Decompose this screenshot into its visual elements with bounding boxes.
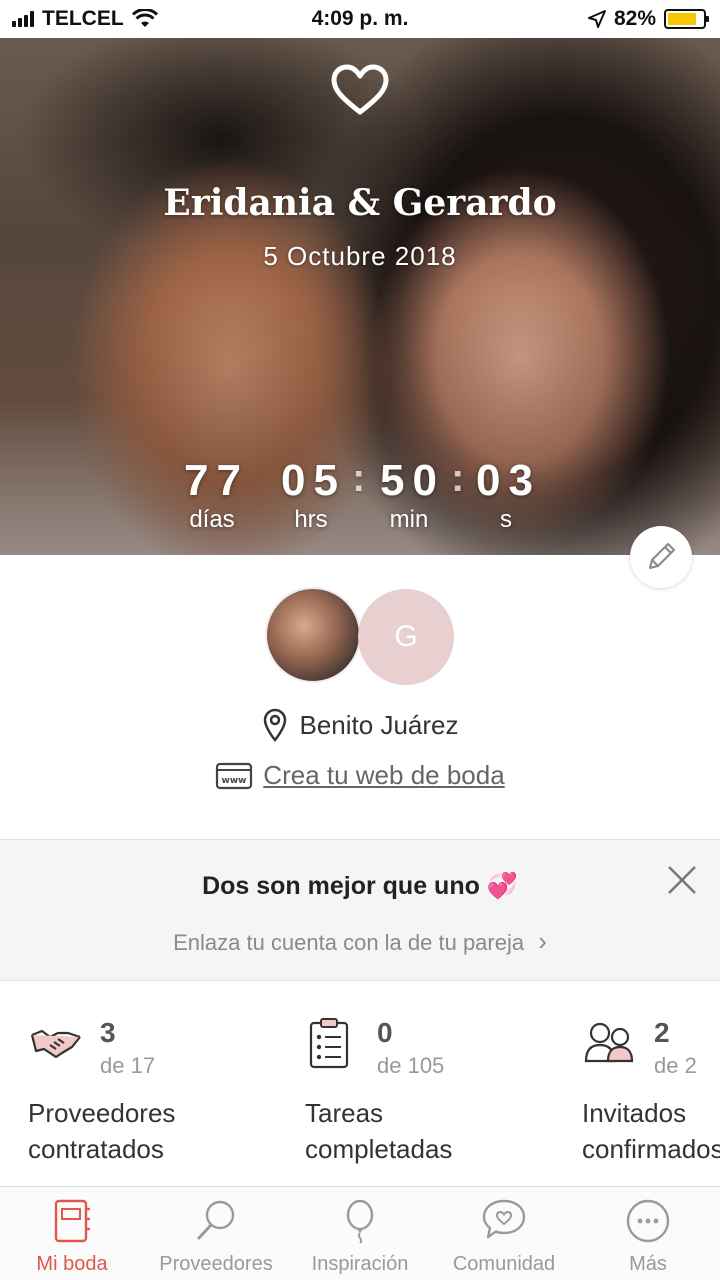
tab-comunidad[interactable]: Comunidad (432, 1187, 576, 1280)
wedding-date: 5 Octubre 2018 (263, 241, 457, 271)
stat-guests-label-line2: confirmados (582, 1134, 720, 1164)
tab-proveedores[interactable]: Proveedores (144, 1187, 288, 1280)
countdown-days: 77 (184, 456, 249, 505)
tab-label: Mi boda (36, 1253, 108, 1275)
chevron-right-icon: › (538, 926, 547, 956)
handshake-icon (30, 1029, 81, 1059)
svg-text:www: www (222, 776, 247, 786)
couple-avatar-photo[interactable] (265, 587, 361, 683)
tab-bar: Mi boda Proveedores Inspiración Comunida… (0, 1186, 720, 1280)
tab-label: Inspiración (311, 1253, 409, 1275)
stat-vendors-value: 3 (100, 1017, 116, 1048)
battery-icon (664, 9, 709, 29)
stat-guests-value: 2 (654, 1017, 670, 1048)
location-text: Benito Juárez (299, 709, 459, 740)
stat-tasks-value: 0 (377, 1017, 393, 1048)
battery-percent: 82% (613, 7, 656, 30)
battery-fill (668, 13, 696, 25)
partner-initial: G (394, 620, 418, 653)
map-pin-icon (263, 708, 286, 742)
couple-names: Eridania & Gerardo (163, 182, 557, 224)
stat-vendors-total: de 17 (100, 1053, 156, 1078)
notebook-icon (54, 1199, 90, 1243)
tab-label: Proveedores (159, 1253, 273, 1275)
tab-mas[interactable]: Más (576, 1187, 720, 1280)
edit-cover-button[interactable] (630, 526, 692, 588)
stat-tasks-label: Tareas completadas (305, 1095, 452, 1167)
tab-label: Más (629, 1253, 667, 1275)
stat-tasks-total: de 105 (377, 1053, 445, 1078)
location-arrow-icon (587, 10, 606, 28)
stat-tasks-label-line1: Tareas (305, 1098, 384, 1128)
stat-tasks-label-line2: completadas (305, 1134, 453, 1164)
countdown-days-label: días (189, 506, 235, 533)
location: Benito Juárez (0, 708, 720, 742)
www-icon: www (216, 762, 253, 789)
countdown-seconds: 03 (476, 456, 541, 505)
partner-avatar[interactable]: G (358, 589, 454, 685)
stat-guests-label: Invitados confirmados (582, 1095, 720, 1167)
countdown-hours-label: hrs (294, 506, 328, 533)
countdown-minutes: 50 (380, 456, 445, 505)
hero-cover-photo: Eridania & Gerardo 5 Octubre 2018 77 05 … (0, 38, 720, 555)
tab-mi-boda[interactable]: Mi boda (0, 1187, 144, 1280)
stat-vendors-label: Proveedores contratados (28, 1095, 175, 1167)
status-bar: TELCEL 4:09 p. m. 82% (0, 0, 720, 38)
countdown-separator: : (352, 456, 366, 500)
wedding-website-link[interactable]: www Crea tu web de boda (0, 760, 720, 791)
chat-heart-icon (482, 1199, 526, 1239)
close-icon[interactable] (666, 864, 698, 896)
stat-guests-label-line1: Invitados (582, 1098, 687, 1128)
stat-vendors-label-line1: Proveedores (28, 1098, 176, 1128)
countdown-hours: 05 (281, 456, 346, 505)
countdown: 77 05 : 50 : 03 días hrs min s (0, 456, 720, 546)
heart-outline-icon (331, 64, 389, 115)
link-partner-banner[interactable]: Dos son mejor que uno 💞 Enlaza tu cuenta… (0, 839, 720, 981)
partner-banner-subtitle[interactable]: Enlaza tu cuenta con la de tu pareja › (0, 926, 720, 957)
tab-label: Comunidad (452, 1253, 556, 1275)
search-icon (196, 1200, 235, 1241)
wedding-website-link-text[interactable]: Crea tu web de boda (263, 760, 504, 791)
tab-inspiracion[interactable]: Inspiración (288, 1187, 432, 1280)
countdown-minutes-label: min (389, 506, 429, 533)
more-icon (626, 1199, 670, 1243)
countdown-seconds-label: s (500, 506, 512, 533)
checklist-icon (309, 1018, 349, 1069)
partner-banner-subtitle-text: Enlaza tu cuenta con la de tu pareja (173, 930, 525, 955)
countdown-separator: : (451, 456, 465, 500)
stat-guests-total: de 2 (654, 1053, 697, 1078)
guests-icon (584, 1022, 634, 1063)
pencil-icon (649, 543, 675, 569)
balloon-icon (346, 1199, 374, 1244)
partner-banner-title: Dos son mejor que uno 💞 (202, 872, 518, 900)
status-right: 82% (587, 7, 709, 31)
stat-vendors-label-line2: contratados (28, 1134, 164, 1164)
